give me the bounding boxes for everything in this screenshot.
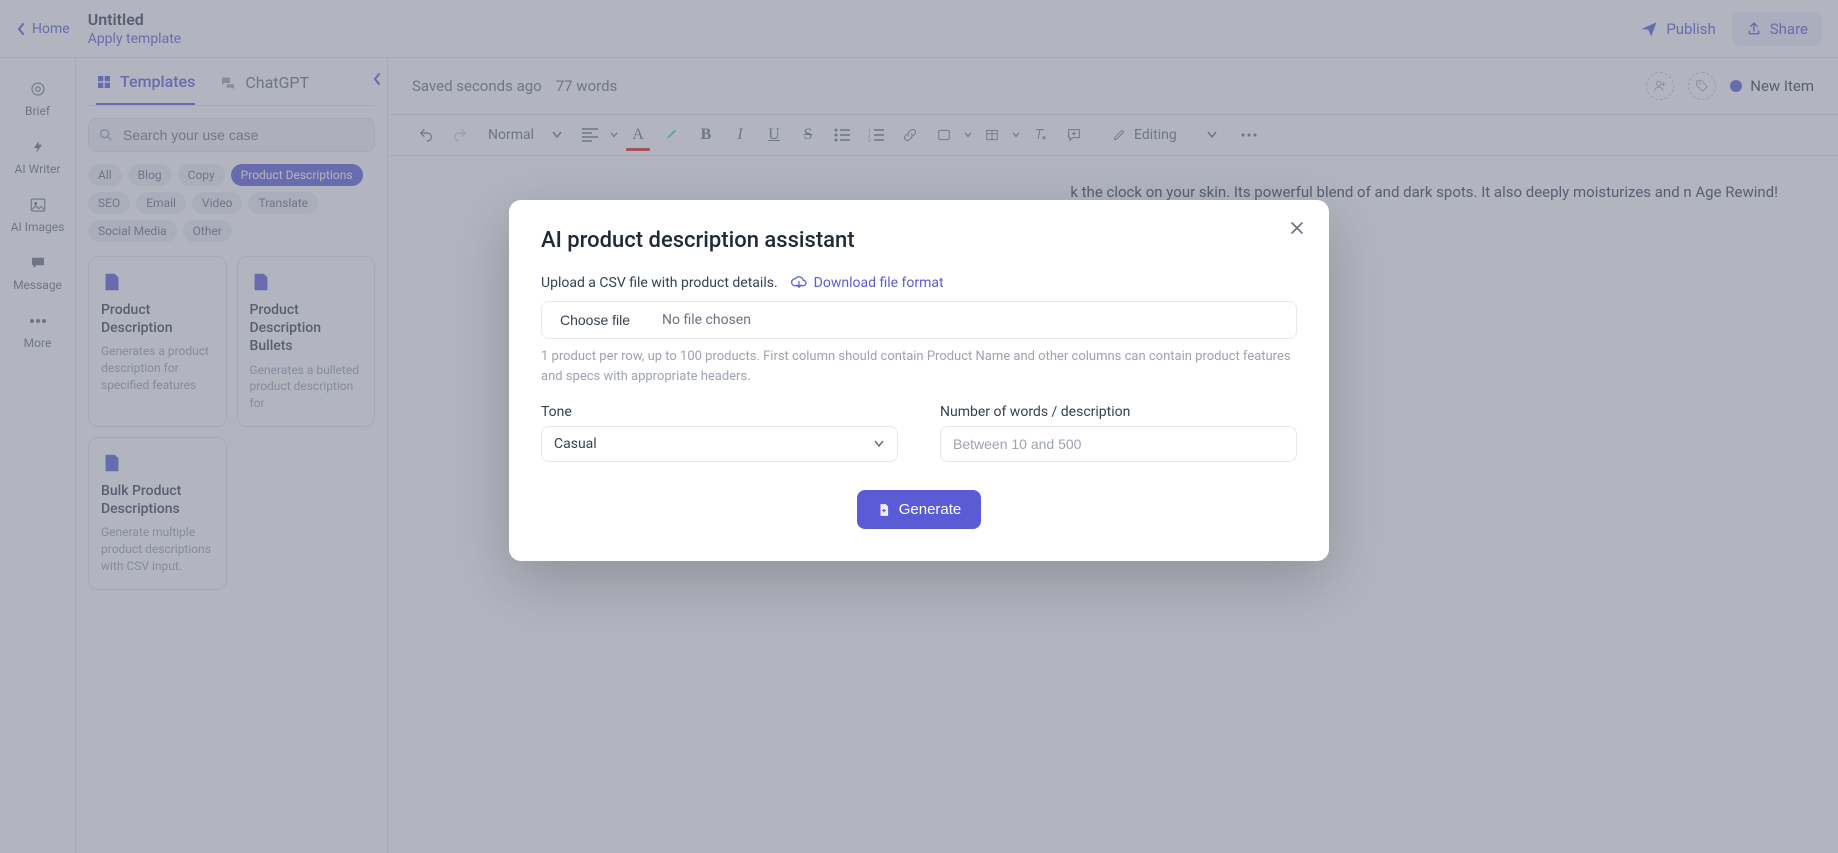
tone-field: Tone Casual xyxy=(541,404,898,462)
download-format-link[interactable]: Download file format xyxy=(790,275,944,291)
close-icon xyxy=(1287,218,1307,238)
modal: AI product description assistant Upload … xyxy=(509,200,1329,561)
generate-label: Generate xyxy=(899,501,962,518)
upload-row: Upload a CSV file with product details. … xyxy=(541,275,1297,291)
choose-file-button[interactable]: Choose file xyxy=(542,302,648,338)
generate-wrap: Generate xyxy=(541,490,1297,529)
upload-label: Upload a CSV file with product details. xyxy=(541,275,778,291)
modal-title: AI product description assistant xyxy=(541,228,1297,253)
tone-select[interactable]: Casual xyxy=(541,426,898,462)
generate-button[interactable]: Generate xyxy=(857,490,982,529)
file-hint: 1 product per row, up to 100 products. F… xyxy=(541,347,1297,386)
download-label: Download file format xyxy=(814,275,944,291)
words-field: Number of words / description xyxy=(940,404,1297,462)
field-row: Tone Casual Number of words / descriptio… xyxy=(541,404,1297,462)
tone-value: Casual xyxy=(554,436,597,452)
words-input[interactable] xyxy=(940,426,1297,462)
file-plus-icon xyxy=(877,502,891,518)
modal-overlay[interactable]: AI product description assistant Upload … xyxy=(0,0,1838,853)
chevron-down-icon xyxy=(873,440,885,448)
modal-close-button[interactable] xyxy=(1287,218,1311,242)
cloud-download-icon xyxy=(790,276,808,290)
words-label: Number of words / description xyxy=(940,404,1297,420)
file-status: No file chosen xyxy=(648,302,765,338)
file-input-row: Choose file No file chosen xyxy=(541,301,1297,339)
tone-label: Tone xyxy=(541,404,898,420)
